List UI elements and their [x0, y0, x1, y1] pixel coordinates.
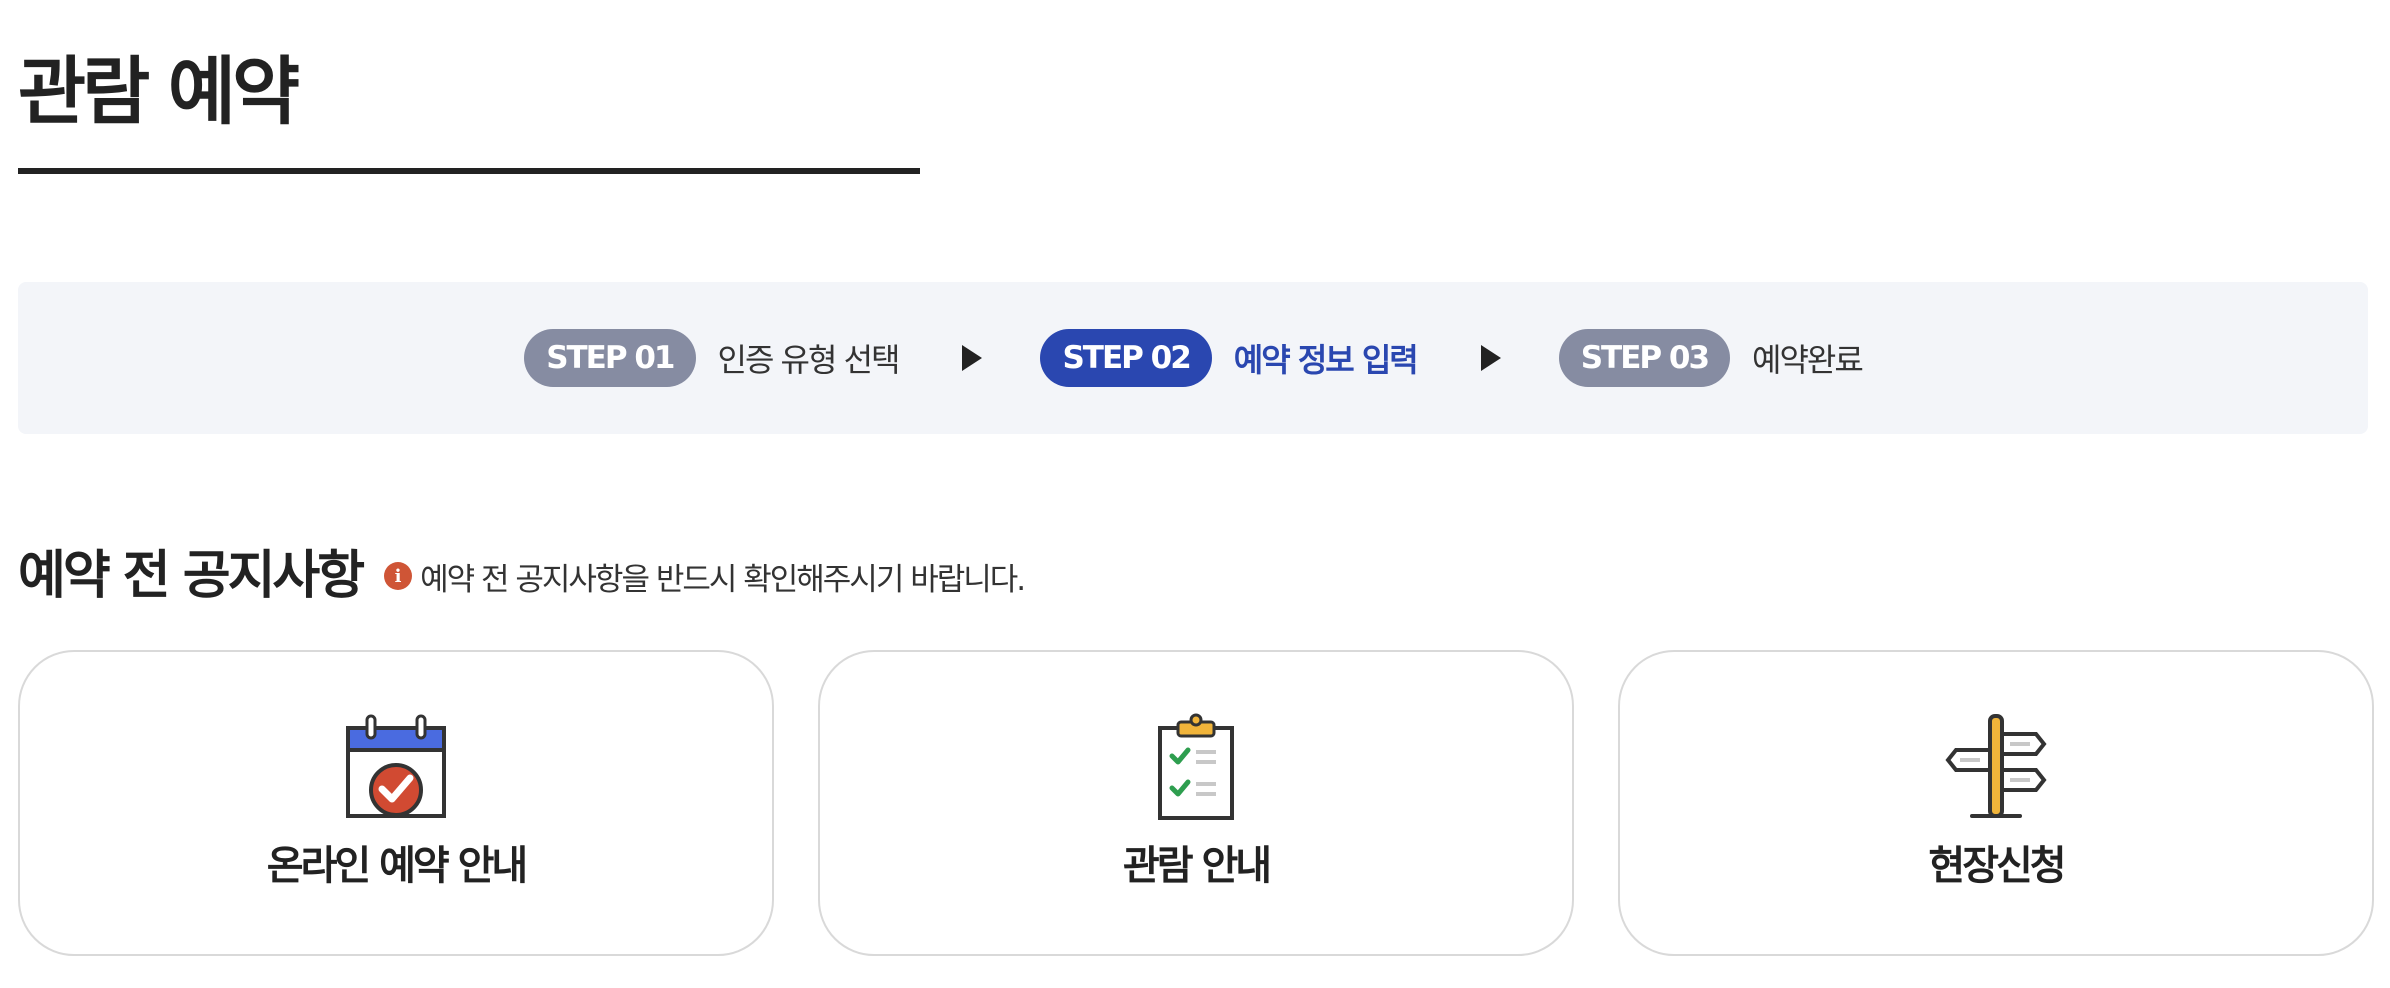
step-2-label: 예약 정보 입력 — [1233, 341, 1419, 379]
notice-cards: 온라인 예약 안내 관람 안내 현장신청 — [18, 650, 2374, 956]
step-1-label: 인증 유형 선택 — [717, 341, 901, 379]
online-reservation-guide-card[interactable]: 온라인 예약 안내 — [18, 650, 774, 956]
calendar-check-icon — [346, 714, 446, 818]
onsite-application-card[interactable]: 현장신청 — [1618, 650, 2374, 956]
page-title: 관람 예약 — [18, 49, 300, 135]
onsite-application-label: 현장신청 — [1928, 843, 2066, 889]
viewing-guide-card[interactable]: 관람 안내 — [818, 650, 1574, 956]
step-2: STEP 02 예약 정보 입력 — [1040, 329, 1419, 387]
notice-hint: i 예약 전 공지사항을 반드시 확인해주시기 바랍니다. — [384, 554, 1026, 599]
title-underline — [18, 168, 920, 174]
step-2-badge: STEP 02 — [1040, 329, 1212, 387]
step-3: STEP 03 예약완료 — [1558, 329, 1864, 387]
notice-hint-text: 예약 전 공지사항을 반드시 확인해주시기 바랍니다. — [420, 561, 1026, 598]
step-arrow-icon — [962, 345, 983, 371]
step-arrow-icon — [1480, 345, 1501, 371]
notice-header: 예약 전 공지사항 i 예약 전 공지사항을 반드시 확인해주시기 바랍니다. — [18, 540, 1026, 612]
clipboard-checklist-icon — [1158, 713, 1234, 820]
online-reservation-guide-label: 온라인 예약 안내 — [266, 843, 528, 889]
reservation-stepper: STEP 01 인증 유형 선택 STEP 02 예약 정보 입력 STEP 0… — [18, 282, 2368, 434]
step-3-label: 예약완료 — [1752, 341, 1864, 379]
notice-title: 예약 전 공지사항 — [18, 546, 365, 606]
signpost-icon — [1945, 714, 2047, 818]
step-1-badge: STEP 01 — [524, 329, 696, 387]
step-3-badge: STEP 03 — [1558, 329, 1731, 387]
viewing-guide-label: 관람 안내 — [1122, 843, 1272, 889]
info-icon: i — [384, 562, 413, 590]
step-1: STEP 01 인증 유형 선택 — [524, 329, 901, 387]
